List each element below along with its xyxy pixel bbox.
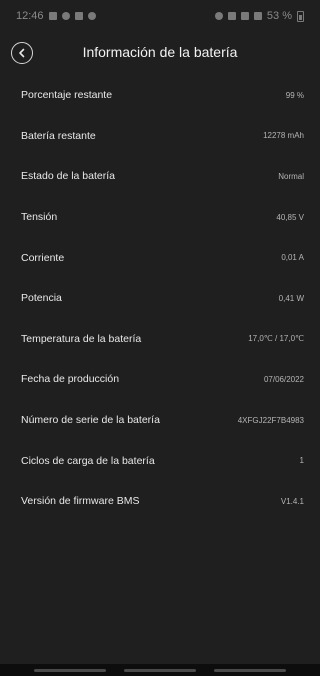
recent-apps-button[interactable] (34, 668, 106, 672)
row-value: 0,01 A (281, 253, 304, 263)
row-label: Número de serie de la batería (21, 414, 160, 427)
row-current: Corriente 0,01 A (0, 237, 320, 278)
battery-icon (297, 10, 304, 22)
status-left: 12:46 (16, 10, 96, 22)
row-label: Versión de firmware BMS (21, 495, 140, 508)
home-button[interactable] (124, 668, 196, 672)
row-label: Corriente (21, 251, 65, 264)
messenger-icon (61, 12, 70, 20)
wifi-icon (240, 12, 249, 20)
cloud-icon (87, 12, 96, 20)
battery-percent: 53 % (266, 10, 292, 22)
row-value: 0,41 W (278, 293, 304, 303)
row-remaining-percentage: Porcentaje restante 99 % (0, 75, 320, 116)
notification-icon (48, 12, 57, 20)
row-production-date: Fecha de producción 07/06/2022 (0, 359, 320, 400)
status-right: 53 % (214, 10, 304, 22)
row-value: Normal (278, 171, 304, 181)
back-nav-button[interactable] (214, 668, 286, 672)
row-label: Ciclos de carga de la batería (21, 454, 155, 467)
row-battery-status: Estado de la batería Normal (0, 156, 320, 197)
row-remaining-capacity: Batería restante 12278 mAh (0, 116, 320, 157)
row-value: 12278 mAh (263, 131, 304, 141)
row-value: 1 (299, 456, 304, 466)
screen: 12:46 53 % Información de la batería Por… (0, 0, 320, 676)
row-voltage: Tensión 40,85 V (0, 197, 320, 238)
mute-icon (227, 12, 236, 20)
row-serial-number: Número de serie de la batería 4XFGJ22F7B… (0, 400, 320, 441)
status-time: 12:46 (16, 10, 44, 22)
navigation-bar (0, 664, 320, 676)
row-value: V1.4.1 (280, 496, 304, 506)
battery-info-list: Porcentaje restante 99 % Batería restant… (0, 75, 320, 522)
signal-icon (253, 12, 262, 20)
row-label: Estado de la batería (21, 170, 115, 183)
page-title: Información de la batería (82, 44, 238, 60)
row-bms-firmware: Versión de firmware BMS V1.4.1 (0, 481, 320, 522)
row-label: Potencia (21, 292, 62, 305)
row-power: Potencia 0,41 W (0, 278, 320, 319)
row-battery-temperature: Temperatura de la batería 17,0℃ / 17,0℃ (0, 319, 320, 360)
row-value: 40,85 V (276, 212, 304, 222)
status-bar: 12:46 53 % (0, 0, 320, 32)
alarm-icon (214, 12, 223, 20)
row-label: Temperatura de la batería (21, 332, 142, 345)
row-value: 99 % (285, 90, 304, 100)
row-label: Porcentaje restante (21, 89, 113, 102)
row-value: 07/06/2022 (263, 374, 304, 384)
header: Información de la batería (0, 38, 320, 70)
gallery-icon (74, 12, 83, 20)
row-label: Fecha de producción (21, 373, 120, 386)
row-value: 4XFGJ22F7B4983 (237, 415, 304, 425)
row-value: 17,0℃ / 17,0℃ (248, 334, 304, 344)
row-label: Batería restante (21, 129, 96, 142)
row-charge-cycles: Ciclos de carga de la batería 1 (0, 440, 320, 481)
row-label: Tensión (21, 211, 58, 224)
